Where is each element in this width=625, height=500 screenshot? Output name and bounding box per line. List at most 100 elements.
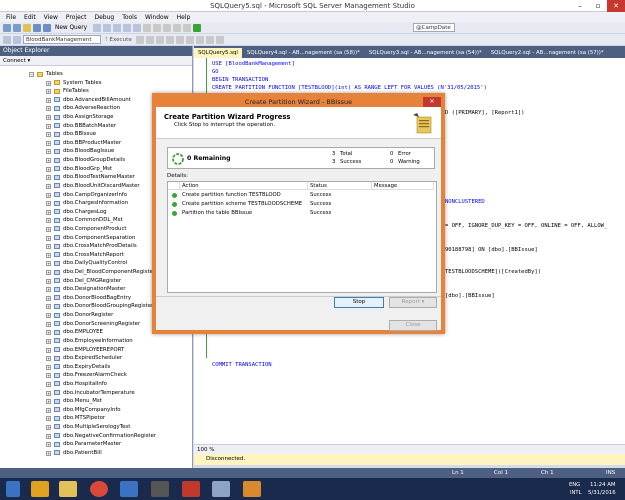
save-all-icon[interactable] <box>43 23 51 32</box>
expand-icon[interactable]: + <box>46 442 51 448</box>
expand-icon[interactable]: + <box>46 106 51 112</box>
menu-window[interactable]: Window <box>141 14 173 21</box>
expand-icon[interactable]: + <box>46 201 51 207</box>
ssms-icon[interactable] <box>182 481 200 497</box>
expand-icon[interactable]: + <box>46 244 51 250</box>
expand-icon[interactable]: + <box>46 416 51 422</box>
tree-table-item[interactable]: + dbo.MfgCompanyInfo <box>0 406 192 415</box>
expand-icon[interactable]: + <box>46 218 51 224</box>
tree-system-tables[interactable]: + System Tables <box>0 79 192 88</box>
region-indicator[interactable]: INTL <box>570 490 581 496</box>
expand-icon[interactable]: + <box>46 373 51 379</box>
collapse-icon[interactable]: − <box>29 72 34 77</box>
expand-icon[interactable]: + <box>46 140 51 146</box>
tab-sqlquery5[interactable]: SQLQuery5.sql <box>194 48 242 58</box>
dialog-close-button[interactable]: ✕ <box>423 97 441 107</box>
file-explorer-icon[interactable] <box>59 481 77 497</box>
menu-file[interactable]: File <box>2 14 20 21</box>
table-row[interactable]: Create partition scheme TESTBLOODSCHEME … <box>168 200 436 208</box>
forward-icon[interactable] <box>13 23 21 32</box>
expand-icon[interactable]: + <box>46 252 51 258</box>
chrome-icon[interactable] <box>90 481 108 497</box>
start-debug-icon[interactable] <box>193 23 202 32</box>
stop-button[interactable]: Stop <box>334 297 384 308</box>
menu-view[interactable]: View <box>40 14 62 21</box>
tab-sqlquery4[interactable]: SQLQuery4.sql - AB...nagement (sa (58))* <box>243 48 364 58</box>
comment-icon[interactable] <box>205 35 214 44</box>
expand-icon[interactable]: + <box>46 330 51 336</box>
copy-icon[interactable] <box>153 23 162 32</box>
tree-table-item[interactable]: + dbo.MultipleSerologyTest <box>0 423 192 432</box>
execute-icon[interactable]: ! <box>105 36 107 43</box>
tab-sqlquery3[interactable]: SQLQuery3.sql - AB...nagement (sa (54))* <box>365 48 486 58</box>
tree-table-item[interactable]: + dbo.FreezerAlarmCheck <box>0 371 192 380</box>
redo-icon[interactable] <box>183 23 192 32</box>
analysis-query-icon[interactable] <box>103 23 112 32</box>
tree-table-item[interactable]: + dbo.ParameterMaster <box>0 440 192 449</box>
new-query-button[interactable]: New Query <box>55 25 87 31</box>
maximize-button[interactable]: ▫ <box>589 0 607 12</box>
connect-dropdown[interactable]: Connect ▾ <box>3 58 30 64</box>
tree-table-item[interactable]: + dbo.IncubatorTemperature <box>0 389 192 398</box>
expand-icon[interactable]: + <box>46 235 51 241</box>
tree-table-item[interactable]: + dbo.EmployeeInformation <box>0 337 192 346</box>
tree-table-item[interactable]: + dbo.EMPLOYEEREPORT <box>0 346 192 355</box>
expand-icon[interactable]: + <box>46 321 51 327</box>
expand-icon[interactable]: + <box>46 287 51 293</box>
expand-icon[interactable]: + <box>46 450 51 456</box>
tree-table-item[interactable]: + dbo.MTSPipetor <box>0 414 192 423</box>
tree-table-item[interactable]: + dbo.ExpiryDetails <box>0 363 192 372</box>
start-icon[interactable] <box>6 481 20 497</box>
menu-debug[interactable]: Debug <box>90 14 118 21</box>
xmla-query-icon[interactable] <box>133 23 142 32</box>
expand-icon[interactable]: + <box>46 424 51 430</box>
clock-date[interactable]: 5/31/2016 <box>588 490 616 496</box>
debug-query-icon[interactable] <box>135 35 144 44</box>
expand-icon[interactable]: + <box>46 123 51 129</box>
expand-icon[interactable]: + <box>46 313 51 319</box>
menu-help[interactable]: Help <box>173 14 195 21</box>
disconnect-icon[interactable] <box>13 35 21 44</box>
expand-icon[interactable]: + <box>46 166 51 172</box>
parse-icon[interactable] <box>155 35 164 44</box>
ie-icon[interactable] <box>31 481 49 497</box>
expand-icon[interactable]: + <box>46 433 51 439</box>
expand-icon[interactable]: + <box>46 149 51 155</box>
close-window-button[interactable]: ✕ <box>607 0 625 12</box>
expand-icon[interactable]: + <box>46 399 51 405</box>
close-button[interactable]: Close <box>389 320 437 331</box>
tree-table-item[interactable]: + dbo.PatientBill <box>0 449 192 458</box>
expand-icon[interactable]: + <box>46 192 51 198</box>
expand-icon[interactable]: + <box>46 347 51 353</box>
details-header-status[interactable]: Status <box>308 182 372 190</box>
expand-icon[interactable]: + <box>46 80 51 86</box>
undo-icon[interactable] <box>173 23 182 32</box>
expand-icon[interactable]: + <box>46 261 51 267</box>
table-row[interactable]: Partition the table BBIssue Success <box>168 209 436 217</box>
taskbar-app-icon[interactable] <box>212 481 230 497</box>
minimize-button[interactable]: – <box>571 0 589 12</box>
menu-edit[interactable]: Edit <box>20 14 40 21</box>
expand-icon[interactable]: + <box>46 356 51 362</box>
expand-icon[interactable]: + <box>46 270 51 276</box>
db-engine-query-icon[interactable] <box>93 23 102 32</box>
expand-icon[interactable]: + <box>46 278 51 284</box>
open-icon[interactable] <box>23 23 31 32</box>
tree-tables-folder[interactable]: − Tables <box>0 70 192 79</box>
expand-icon[interactable]: + <box>46 390 51 396</box>
details-header-message[interactable]: Message <box>372 182 434 190</box>
database-combo[interactable]: BloodBankManagement <box>23 35 101 44</box>
dmx-query-icon[interactable] <box>123 23 132 32</box>
uncomment-icon[interactable] <box>215 35 224 44</box>
expand-icon[interactable]: + <box>46 183 51 189</box>
horizontal-scrollbar[interactable]: 100 % <box>194 444 625 454</box>
expand-icon[interactable]: + <box>46 175 51 181</box>
table-row[interactable]: Create partition function TESTBLOOD Succ… <box>168 191 436 199</box>
media-icon[interactable] <box>151 481 169 497</box>
expand-icon[interactable]: + <box>46 158 51 164</box>
expand-icon[interactable]: + <box>46 209 51 215</box>
menu-tools[interactable]: Tools <box>118 14 141 21</box>
connect-icon[interactable] <box>3 35 11 44</box>
language-indicator[interactable]: ENG <box>569 482 580 488</box>
clock-time[interactable]: 11:24 AM <box>590 482 616 488</box>
